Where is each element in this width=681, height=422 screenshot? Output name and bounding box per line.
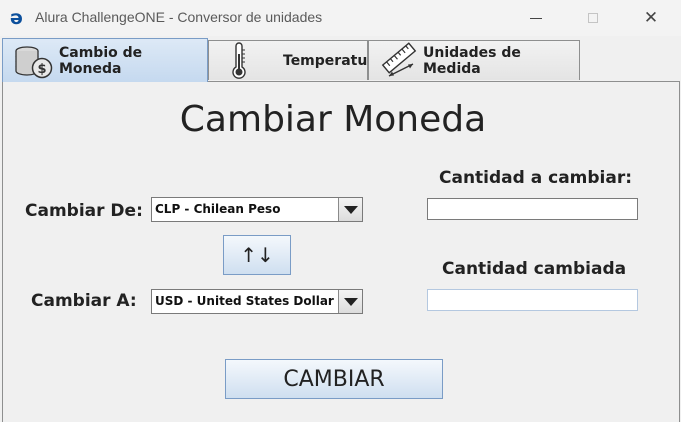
convert-button[interactable]: CAMBIAR	[225, 359, 443, 399]
app-window: ə Alura ChallengeONE - Conversor de unid…	[0, 0, 681, 422]
tab-unidades-de-medida[interactable]: Unidades de Medida	[368, 40, 580, 80]
to-currency-select[interactable]: USD - United States Dollar	[151, 289, 363, 314]
swap-currencies-button[interactable]: ↑↓	[223, 235, 291, 275]
amount-input[interactable]	[427, 198, 638, 220]
from-currency-label: Cambiar De:	[25, 201, 143, 221]
close-button[interactable]: ✕	[622, 0, 680, 36]
tab-label: Cambio de Moneda	[59, 44, 143, 77]
window-title: Alura ChallengeONE - Conversor de unidad…	[35, 9, 323, 25]
maximize-icon	[588, 13, 598, 23]
to-currency-value: USD - United States Dollar	[155, 294, 334, 308]
from-currency-dropdown-button[interactable]	[338, 198, 362, 221]
from-currency-select[interactable]: CLP - Chilean Peso	[151, 197, 363, 222]
maximize-button[interactable]	[564, 0, 622, 36]
coins-icon: $	[15, 45, 53, 78]
app-icon: ə	[10, 7, 23, 29]
page-title: Cambiar Moneda	[179, 99, 487, 140]
close-icon: ✕	[643, 8, 659, 28]
ruler-icon	[381, 41, 417, 77]
from-currency-value: CLP - Chilean Peso	[155, 202, 281, 216]
minimize-button[interactable]	[507, 0, 565, 36]
tab-label: Unidades de Medida	[423, 44, 521, 77]
title-bar[interactable]: ə Alura ChallengeONE - Conversor de unid…	[0, 0, 681, 36]
chevron-down-icon	[343, 297, 358, 306]
result-field[interactable]	[427, 289, 638, 311]
amount-label: Cantidad a cambiar:	[439, 168, 633, 188]
minimize-icon	[530, 17, 542, 19]
tab-strip: $ Cambio de Moneda Temperatura Unidades …	[0, 38, 681, 82]
swap-arrows-icon: ↑↓	[240, 243, 274, 267]
svg-text:$: $	[37, 62, 46, 77]
result-label: Cantidad cambiada	[442, 259, 627, 279]
tab-temperatura[interactable]: Temperatura	[208, 40, 384, 80]
to-currency-label: Cambiar A:	[31, 291, 137, 311]
tab-cambio-de-moneda[interactable]: $ Cambio de Moneda	[2, 38, 208, 82]
thermometer-icon	[232, 41, 246, 79]
to-currency-dropdown-button[interactable]	[338, 290, 362, 313]
chevron-down-icon	[343, 205, 358, 214]
